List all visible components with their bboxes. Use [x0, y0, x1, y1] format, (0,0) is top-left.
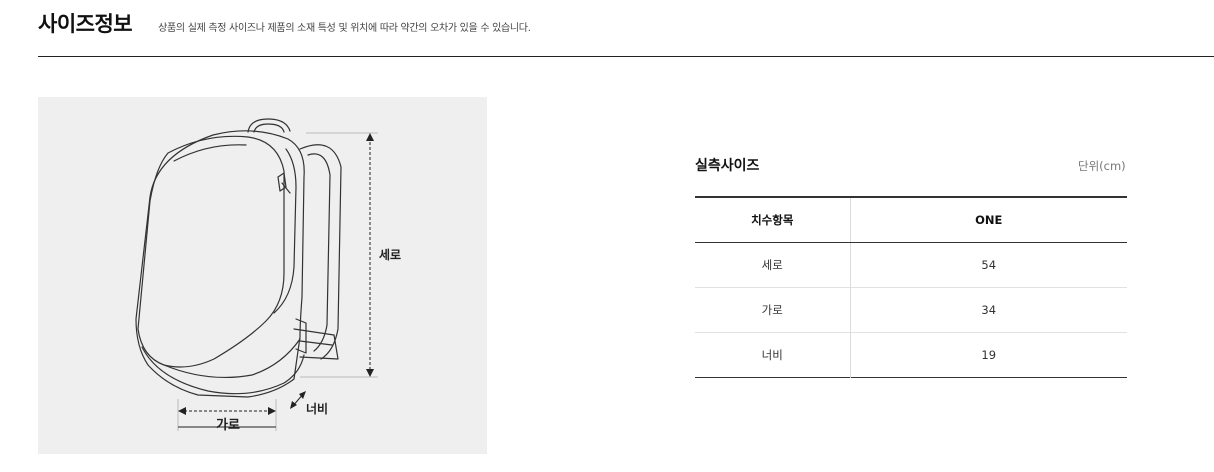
size-disclaimer: 상품의 실제 측정 사이즈나 제품의 소재 특성 및 위치에 따라 약간의 오차…	[158, 23, 531, 34]
size-table: 치수항목 ONE 세로 54 가로 34 너비 19	[695, 196, 1127, 378]
table-row: 세로 54	[695, 242, 1127, 288]
column-header-measure: 치수항목	[695, 197, 851, 243]
size-illustration-panel: 세로 가로 너비	[38, 97, 487, 454]
row-label: 너비	[695, 332, 851, 378]
row-value: 34	[850, 287, 1127, 333]
height-dimension-label: 세로	[379, 248, 402, 262]
row-label: 세로	[695, 242, 851, 288]
table-title: 실측사이즈	[695, 158, 760, 174]
row-value: 54	[981, 258, 997, 272]
size-info-header: 사이즈정보 상품의 실제 측정 사이즈나 제품의 소재 특성 및 위치에 따라 …	[38, 8, 531, 38]
column-header-size: ONE	[850, 197, 1127, 243]
row-value: 19	[850, 332, 1127, 378]
backpack-diagram-icon	[135, 118, 378, 431]
table-header-row: 치수항목 ONE	[695, 197, 1127, 243]
unit-label: 단위(cm)	[1078, 159, 1126, 173]
depth-dimension-label: 너비	[306, 402, 329, 416]
table-row: 너비 19	[695, 332, 1127, 378]
page-title: 사이즈정보	[38, 12, 133, 36]
width-dimension-label: 가로	[216, 418, 240, 433]
row-label: 가로	[695, 287, 851, 333]
header-divider	[38, 56, 1214, 57]
table-row: 가로 34	[695, 287, 1127, 333]
